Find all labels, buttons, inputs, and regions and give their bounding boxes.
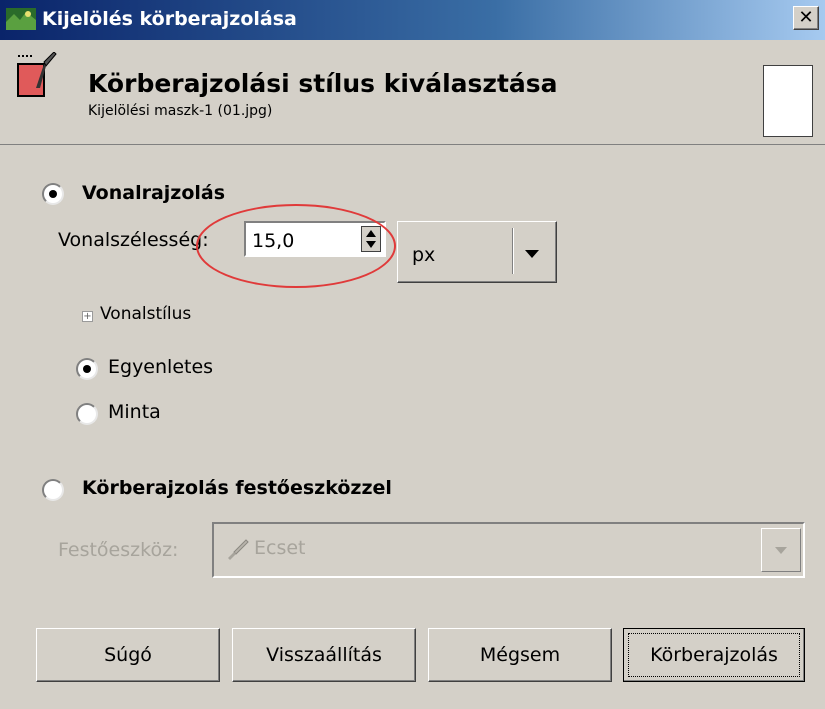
gimp-app-icon <box>6 8 36 30</box>
expander-plus-icon[interactable]: + <box>82 311 93 322</box>
spin-down-icon[interactable] <box>366 241 376 248</box>
radio-stroke-paint-tool-label[interactable]: Körberajzolás festőeszközzel <box>82 477 392 499</box>
line-width-spinner[interactable] <box>361 226 381 252</box>
stroke-button[interactable]: Körberajzolás <box>623 628 805 682</box>
close-icon: ✕ <box>798 7 814 28</box>
reset-button[interactable]: Visszaállítás <box>232 628 416 682</box>
radio-solid-label[interactable]: Egyenletes <box>108 356 213 378</box>
radio-solid[interactable] <box>76 358 98 380</box>
line-width-value: 15,0 <box>252 230 295 252</box>
unit-select[interactable]: px <box>397 221 557 283</box>
dropdown-arrow-icon[interactable] <box>761 528 801 572</box>
paint-tool-value: Ecset <box>254 537 306 559</box>
radio-stroke-line[interactable] <box>42 183 64 205</box>
image-preview <box>763 65 813 137</box>
cancel-button[interactable]: Mégsem <box>428 628 612 682</box>
dialog-header: Körberajzolási stílus kiválasztása Kijel… <box>0 40 825 145</box>
brush-icon <box>228 539 249 560</box>
line-style-expander[interactable]: Vonalstílus <box>100 304 191 324</box>
spin-up-icon[interactable] <box>366 230 376 237</box>
line-width-input[interactable]: 15,0 <box>244 221 386 257</box>
combo-divider <box>512 228 514 274</box>
paint-tool-label: Festőeszköz: <box>58 539 179 561</box>
window-title: Kijelölés körberajzolása <box>42 8 297 30</box>
paint-tool-select[interactable]: Ecset <box>212 522 805 578</box>
title-bar[interactable]: Kijelölés körberajzolása ✕ <box>0 0 825 40</box>
header-title: Körberajzolási stílus kiválasztása <box>88 69 558 98</box>
help-button[interactable]: Súgó <box>36 628 220 682</box>
unit-select-value: px <box>412 244 436 266</box>
dropdown-arrow-icon[interactable] <box>525 250 539 258</box>
radio-stroke-paint-tool[interactable] <box>42 479 64 501</box>
radio-stroke-line-label[interactable]: Vonalrajzolás <box>82 182 225 204</box>
radio-pattern-label[interactable]: Minta <box>108 401 161 423</box>
close-button[interactable]: ✕ <box>793 6 819 30</box>
line-width-label: Vonalszélesség: <box>58 229 209 251</box>
stroke-selection-icon <box>17 52 57 97</box>
radio-pattern[interactable] <box>76 403 98 425</box>
header-subtitle: Kijelölési maszk-1 (01.jpg) <box>88 103 273 119</box>
